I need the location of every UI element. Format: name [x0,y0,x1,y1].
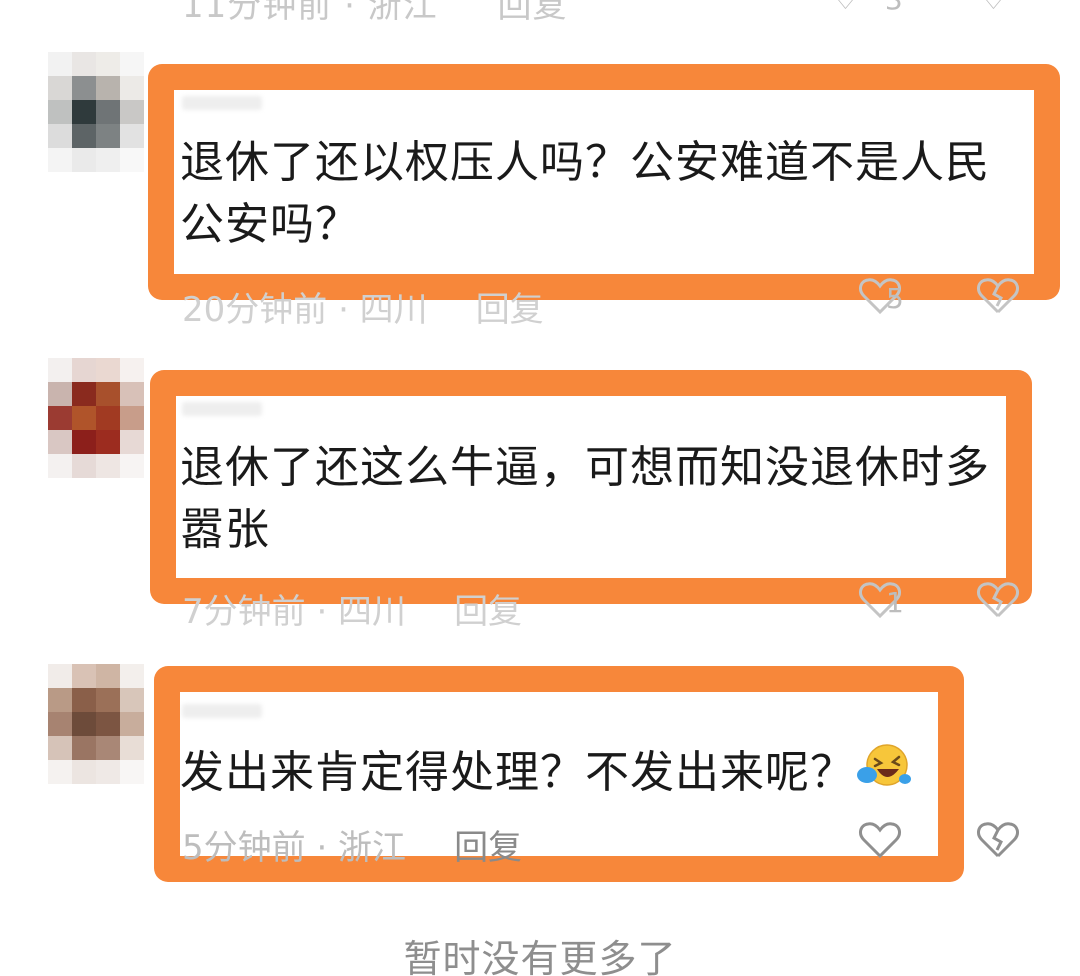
like-count: 5 [886,282,904,315]
comment-text-line: 嚣张 [180,504,270,555]
comment-meta: 20分钟前 · 四川 回复 [182,282,544,331]
comment-text: 退休了还这么牛逼，可想而知没退休时多 嚣张 [180,437,990,561]
reply-button[interactable]: 回复 [498,0,568,26]
avatar[interactable] [48,358,144,478]
no-more-footer: 暂时没有更多了 [403,937,677,976]
comment-text-line: 发出来肯定得处理？不发出来呢？ [180,747,855,798]
comment-text: 发出来肯定得处理？不发出来呢？ [180,742,855,804]
broken-heart-icon[interactable] [976,820,1020,860]
comment-actions-partial: ♡ 3 ♡ [832,0,1007,17]
comment-time-location: 7分钟前 · 四川 [182,592,407,632]
broken-heart-icon[interactable] [976,276,1020,316]
dislike-icon[interactable]: ♡ [980,0,1007,17]
comment-time-location: 20分钟前 · 四川 [182,290,428,330]
comment-time-location: 11分钟前 · 浙江 [182,0,438,26]
broken-heart-icon[interactable] [976,580,1020,620]
comment-time-location: 5分钟前 · 浙江 [182,828,407,868]
heart-outline-icon[interactable] [858,820,902,860]
reply-button[interactable]: 回复 [476,290,544,330]
comment-text-line: 公安吗？ [180,199,360,250]
laugh-cry-emoji [857,744,911,786]
reply-button[interactable]: 回复 [454,828,522,868]
like-icon[interactable]: ♡ [832,0,859,17]
comment-text-line: 退休了还这么牛逼，可想而知没退休时多 [180,442,990,493]
like-count: 3 [885,0,903,16]
avatar[interactable] [48,664,144,784]
comment-meta: 7分钟前 · 四川 回复 [182,584,522,633]
reply-button[interactable]: 回复 [454,592,522,632]
comment-meta: 5分钟前 · 浙江 回复 [182,820,522,869]
comment-text-line: 退休了还以权压人吗？公安难道不是人民 [180,137,990,188]
comment-list-page: 11分钟前 · 浙江 回复 ♡ 3 ♡ 退休了还以权压人吗？公安难道不是人民 公安… [0,0,1080,976]
like-count: 1 [886,586,904,619]
comment-text: 退休了还以权压人吗？公安难道不是人民 公安吗？ [180,132,990,256]
avatar[interactable] [48,52,144,172]
comment-meta-partial: 11分钟前 · 浙江 回复 [182,0,568,27]
